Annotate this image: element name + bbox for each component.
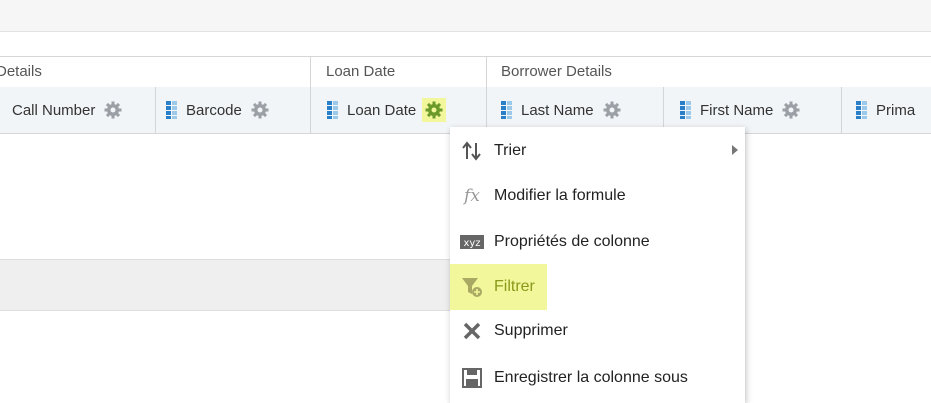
menu-item-save-column-as[interactable]: Enregistrer la colonne sous	[460, 362, 688, 394]
gear-icon[interactable]	[602, 100, 622, 120]
menu-item-label: Supprimer	[494, 322, 568, 339]
menu-item-label: Propriétés de colonne	[494, 233, 650, 250]
column-header-barcode[interactable]: Barcode	[156, 87, 311, 133]
menu-item-delete[interactable]: Supprimer	[460, 315, 568, 347]
group-header-details: Details	[0, 63, 42, 80]
column-header-primary[interactable]: Prima	[842, 87, 931, 133]
group-header-loan-date: Loan Date	[326, 63, 396, 80]
sort-arrows-icon	[460, 141, 484, 161]
top-toolbar	[0, 0, 931, 32]
menu-item-column-properties[interactable]: xyz Propriétés de colonne	[460, 226, 650, 258]
gear-icon[interactable]	[781, 100, 801, 120]
column-label: Barcode	[186, 101, 242, 119]
column-icon	[166, 101, 177, 119]
group-header-borrower-details: Borrower Details	[501, 63, 612, 80]
column-label: Call Number	[12, 101, 96, 119]
submenu-arrow-icon	[732, 145, 738, 155]
column-icon	[680, 101, 691, 119]
menu-item-filter[interactable]: Filtrer	[450, 264, 547, 310]
menu-item-label: Filtrer	[494, 278, 535, 295]
column-label: Prima	[876, 101, 916, 119]
svg-text:xyz: xyz	[463, 238, 480, 249]
gear-icon[interactable]	[422, 98, 447, 122]
menu-item-sort[interactable]: Trier	[460, 135, 526, 167]
fx-icon: fx	[464, 186, 480, 206]
column-icon	[501, 101, 512, 119]
column-group-header-row: Details Loan Date Borrower Details	[0, 56, 931, 88]
column-label: Loan Date	[347, 101, 417, 119]
table-footer-band	[0, 259, 460, 311]
column-context-menu: Trier fx Modifier la formule xyz Proprié…	[450, 127, 745, 403]
menu-item-label: Enregistrer la colonne sous	[494, 369, 688, 386]
column-header-call-number[interactable]: Call Number	[0, 87, 156, 133]
column-icon	[856, 101, 867, 119]
column-icon	[327, 101, 338, 119]
column-label: First Name	[700, 101, 774, 119]
save-icon	[460, 368, 484, 388]
xyz-icon: xyz	[460, 232, 484, 252]
menu-item-label: Trier	[494, 142, 527, 159]
gear-icon[interactable]	[103, 100, 123, 120]
menu-item-label: Modifier la formule	[494, 187, 626, 204]
column-label: Last Name	[521, 101, 594, 119]
x-icon	[460, 321, 484, 341]
gear-icon[interactable]	[250, 100, 270, 120]
filter-plus-icon	[460, 277, 484, 297]
menu-item-edit-formula[interactable]: fx Modifier la formule	[460, 180, 626, 212]
